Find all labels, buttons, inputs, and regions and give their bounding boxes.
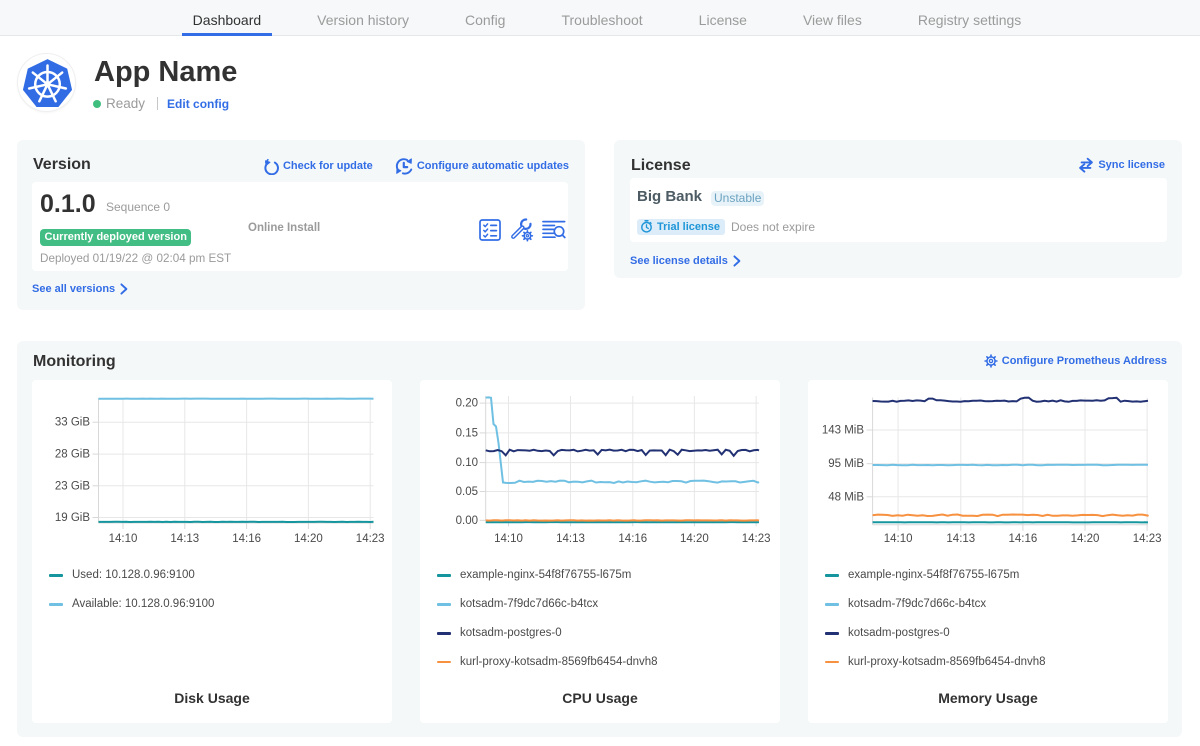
svg-text:14:10: 14:10 [494,533,523,545]
svg-text:0.05: 0.05 [456,486,478,498]
svg-text:19 GiB: 19 GiB [55,512,90,524]
svg-text:143 MiB: 143 MiB [822,425,865,437]
svg-text:14:16: 14:16 [618,533,647,545]
svg-text:23 GiB: 23 GiB [55,480,90,492]
svg-text:28 GiB: 28 GiB [55,449,90,461]
svg-text:14:10: 14:10 [109,533,138,545]
svg-text:14:13: 14:13 [946,533,975,545]
svg-text:95 MiB: 95 MiB [828,458,864,470]
svg-text:14:16: 14:16 [232,533,261,545]
svg-text:33 GiB: 33 GiB [55,417,90,429]
svg-text:14:16: 14:16 [1009,533,1038,545]
svg-text:14:23: 14:23 [742,533,771,545]
svg-text:14:13: 14:13 [170,533,199,545]
svg-text:14:13: 14:13 [556,533,585,545]
svg-text:48 MiB: 48 MiB [828,491,864,503]
svg-text:14:10: 14:10 [884,533,913,545]
svg-text:0.20: 0.20 [456,398,478,410]
svg-text:14:20: 14:20 [680,533,709,545]
svg-text:0.00: 0.00 [456,515,478,527]
svg-text:0.10: 0.10 [456,457,478,469]
svg-text:14:23: 14:23 [356,533,385,545]
svg-text:14:20: 14:20 [294,533,323,545]
svg-text:14:23: 14:23 [1133,533,1162,545]
svg-text:14:20: 14:20 [1071,533,1100,545]
svg-text:0.15: 0.15 [456,427,478,439]
